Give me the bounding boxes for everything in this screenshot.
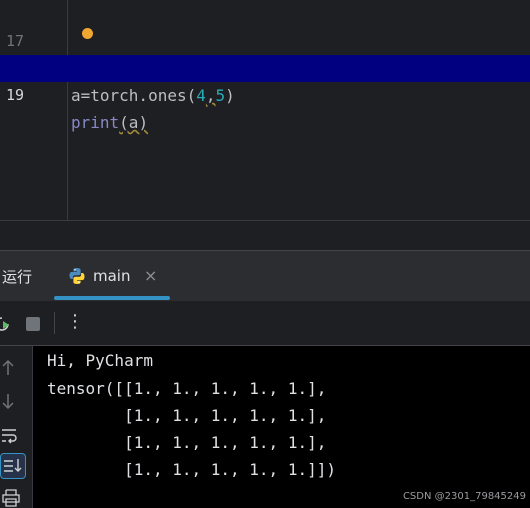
run-title: 运行 xyxy=(2,268,33,286)
call-args: (a) xyxy=(119,113,149,132)
python-icon xyxy=(69,268,85,284)
toolbar-separator xyxy=(54,312,55,334)
pycharm-window: 17 import torch 18 a=torch.ones(4,5) 19 … xyxy=(0,0,530,508)
scroll-to-end-icon[interactable] xyxy=(0,453,26,479)
code-line-17[interactable]: 17 import torch xyxy=(0,1,530,78)
builtin-print: print xyxy=(71,113,120,132)
arrow-down-icon[interactable] xyxy=(0,389,24,413)
line-number: 19 xyxy=(6,86,25,104)
console-line: tensor([[1., 1., 1., 1., 1.], xyxy=(47,379,327,398)
soft-wrap-icon[interactable] xyxy=(0,423,24,447)
tab-main[interactable]: main × xyxy=(54,251,170,301)
editor-footer xyxy=(0,220,530,251)
number-literal: 4 xyxy=(196,86,206,105)
active-tab-indicator xyxy=(54,296,170,300)
run-toolbar: ⋮ xyxy=(0,301,530,346)
tab-label: main xyxy=(93,267,131,285)
console-line: Hi, PyCharm xyxy=(47,351,153,370)
watermark: CSDN @2301_79845249 xyxy=(402,491,526,502)
code-editor[interactable]: 17 import torch 18 a=torch.ones(4,5) 19 … xyxy=(0,0,530,220)
console-line: [1., 1., 1., 1., 1.], xyxy=(47,433,327,452)
arrow-up-icon[interactable] xyxy=(0,356,24,380)
call-suffix: ) xyxy=(225,86,235,105)
number-literal: 5 xyxy=(215,86,226,105)
more-options-icon[interactable]: ⋮ xyxy=(66,310,84,334)
code-line-19[interactable]: 19 print(a) xyxy=(0,55,530,132)
code-line-18[interactable]: 18 a=torch.ones(4,5) xyxy=(0,28,530,105)
console-line: [1., 1., 1., 1., 1.], xyxy=(47,406,327,425)
comma: , xyxy=(205,86,216,105)
rerun-icon[interactable] xyxy=(0,315,12,331)
code-text: print(a) xyxy=(71,109,148,136)
stop-icon[interactable] xyxy=(26,317,40,331)
code-text: a=torch.ones(4,5) xyxy=(71,82,235,109)
call-prefix: a=torch.ones( xyxy=(71,86,197,105)
warning-bulb-icon[interactable] xyxy=(82,28,93,39)
print-icon[interactable] xyxy=(0,486,24,508)
console-side-toolbar xyxy=(0,346,33,508)
run-tool-window-header: 运行 main × xyxy=(0,250,530,301)
console-line: [1., 1., 1., 1., 1.]]) xyxy=(47,460,336,479)
console-output[interactable]: Hi, PyCharm tensor([[1., 1., 1., 1., 1.]… xyxy=(0,346,530,508)
close-icon[interactable]: × xyxy=(144,266,157,285)
